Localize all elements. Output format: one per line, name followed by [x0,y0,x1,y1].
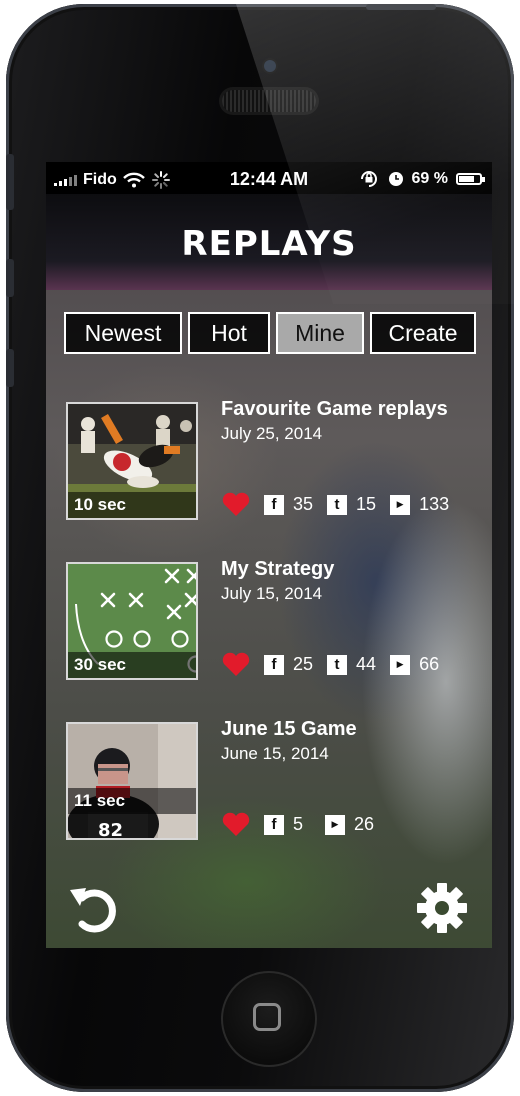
item-title[interactable]: June 15 Game [221,718,357,741]
facebook-count: 35 [293,494,314,514]
tumblr-icon[interactable]: t [327,654,348,675]
tab-hot[interactable]: Hot [188,312,270,354]
screen: Fido 12:44 AM 69 % REPLAYS Newest Hot Mi… [46,162,492,948]
youtube-icon[interactable]: ▶ [390,494,411,515]
svg-text:82: 82 [98,820,123,840]
heart-icon[interactable] [222,492,250,517]
tab-create[interactable]: Create [370,312,476,354]
item-stats: f5 ▶ 26 [222,812,388,837]
item-title[interactable]: My Strategy [221,558,334,581]
youtube-count: 133 [419,494,450,514]
volume-up-button [6,259,14,297]
home-button[interactable] [221,971,317,1067]
item-stats: f 35 t 15 ▶ 133 [222,492,463,517]
video-thumbnail[interactable]: 30 sec [66,562,198,680]
power-button [366,4,436,10]
duration-label: 10 sec [68,492,196,518]
gear-icon[interactable] [416,882,468,934]
volume-down-button [6,349,14,387]
battery-percent: 69 % [411,170,448,187]
status-bar: Fido 12:44 AM 69 % [46,162,492,194]
battery-icon [456,173,485,185]
youtube-icon[interactable]: ▶ [390,654,411,675]
tab-newest[interactable]: Newest [64,312,182,354]
header-bar: REPLAYS [46,194,492,290]
youtube-icon[interactable]: ▶ [325,814,346,835]
tab-mine[interactable]: Mine [276,312,364,354]
undo-icon[interactable] [68,884,122,934]
facebook-icon[interactable]: f [264,654,284,675]
phone-frame: Fido 12:44 AM 69 % REPLAYS Newest Hot Mi… [6,4,514,1092]
video-thumbnail[interactable]: 10 sec [66,402,198,520]
facebook-icon[interactable]: f [264,494,284,515]
tumblr-count: 44 [356,654,377,674]
tab-bar: Newest Hot Mine Create [64,312,476,354]
facebook-count: 5 [293,814,304,834]
facebook-icon[interactable]: f [264,814,284,835]
duration-label: 11 sec [68,788,196,814]
football-player-image: 82 [68,724,196,840]
alarm-icon [388,172,403,186]
page-title: REPLAYS [181,224,357,264]
item-date: June 15, 2014 [221,744,329,763]
rotation-lock-icon [360,171,377,187]
front-camera [264,60,276,72]
heart-icon[interactable] [222,652,250,677]
heart-icon[interactable] [222,812,250,837]
duration-label: 30 sec [68,652,196,678]
facebook-count: 25 [293,654,314,674]
item-stats: f 25 t 44 ▶ 66 [222,652,453,677]
video-thumbnail[interactable]: 82 11 sec [66,722,198,840]
item-date: July 25, 2014 [221,424,323,443]
item-title[interactable]: Favourite Game replays [221,398,448,421]
youtube-count: 66 [419,654,440,674]
list-item[interactable]: 82 11 sec June 15 Game June 15, 2014 f5 … [66,718,486,842]
list-item[interactable]: 10 sec Favourite Game replays July 25, 2… [66,398,486,522]
tumblr-icon[interactable]: t [327,494,348,515]
list-item[interactable]: 30 sec My Strategy July 15, 2014 f 25 t 44… [66,558,486,682]
item-date: July 15, 2014 [221,584,323,603]
youtube-count: 26 [354,814,375,834]
tumblr-count: 15 [356,494,377,514]
mute-switch [6,154,14,210]
earpiece-speaker [222,90,316,112]
